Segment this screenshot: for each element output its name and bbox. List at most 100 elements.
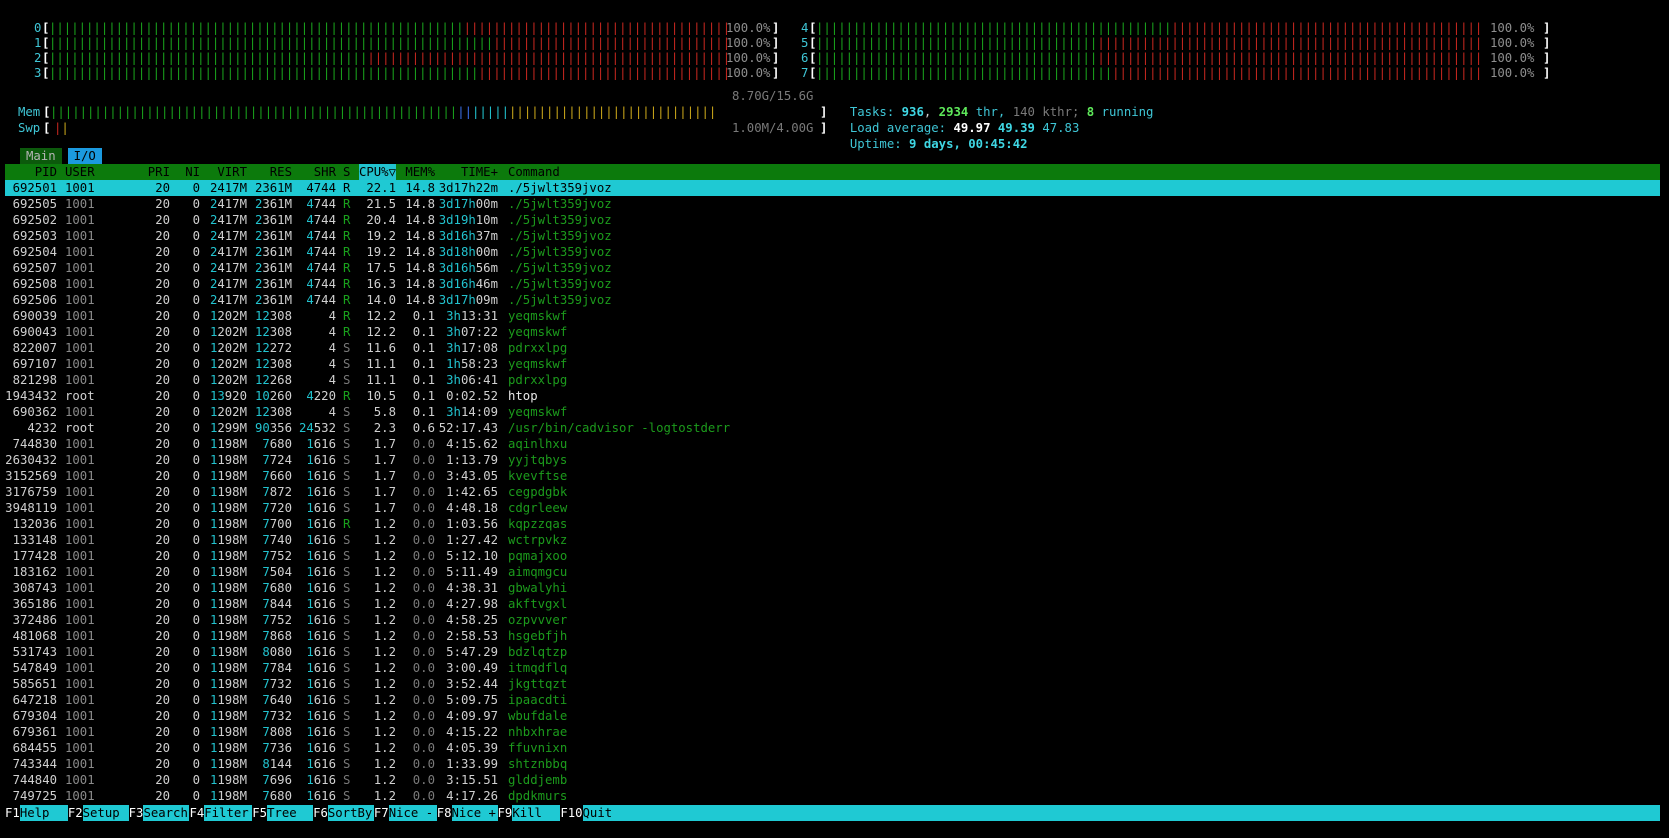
cell-res: 7660 — [262, 469, 292, 483]
process-row[interactable]: 692508 1001 20 0 2417M 2361M 4744 R 16.3 14.8 3d16… — [5, 276, 1660, 292]
process-row[interactable]: 684455 1001 20 0 1198M 7736 1616 S 1.2 0.0 4:05.39… — [5, 740, 1660, 756]
process-row[interactable]: 372486 1001 20 0 1198M 7752 1616 S 1.2 0.0 4:58.25… — [5, 612, 1660, 628]
column-header-time[interactable]: TIME+ — [461, 164, 498, 180]
tasks-line: Tasks: 936, 2934 thr, 140 kthr; 8 runnin… — [849, 105, 1154, 119]
function-key-label[interactable]: Setup — [83, 805, 129, 821]
cell-virt: 1198M — [209, 757, 247, 771]
cell-state: S — [343, 485, 351, 499]
cell-state: R — [343, 181, 351, 195]
process-row[interactable]: 3176759 1001 20 0 1198M 7872 1616 S 1.7 0.0 1:42.6… — [5, 484, 1660, 500]
cell-mem-percent: 0.0 — [412, 453, 435, 467]
function-key-label[interactable]: Filter — [204, 805, 252, 821]
process-row[interactable]: 3152569 1001 20 0 1198M 7660 1616 S 1.7 0.0 3:43.0… — [5, 468, 1660, 484]
function-key-label[interactable]: Nice - — [389, 805, 437, 821]
process-row[interactable]: 132036 1001 20 0 1198M 7700 1616 R 1.2 0.0 1:03.56… — [5, 516, 1660, 532]
cell-mem-percent: 0.0 — [412, 693, 435, 707]
tab-main[interactable]: Main — [20, 148, 62, 164]
process-row[interactable]: 743344 1001 20 0 1198M 8144 1616 S 1.2 0.0 1:33.99… — [5, 756, 1660, 772]
function-key-f10[interactable]: F10 — [560, 805, 583, 821]
cell-cpu-percent: 1.2 — [373, 789, 396, 803]
function-key-label[interactable]: Help — [20, 805, 68, 821]
column-header-priority[interactable]: PRI — [148, 164, 170, 180]
process-row[interactable]: 4232 root 20 0 1299M 90356 24532 S 2.3 0.6 52:17.4… — [5, 420, 1660, 436]
process-row[interactable]: 679361 1001 20 0 1198M 7808 1616 S 1.2 0.0 4:15.22… — [5, 724, 1660, 740]
function-key-f7[interactable]: F7 — [373, 805, 389, 821]
cell-mem-percent: 14.8 — [405, 293, 435, 307]
process-row[interactable]: 585651 1001 20 0 1198M 7732 1616 S 1.2 0.0 3:52.44… — [5, 676, 1660, 692]
process-row[interactable]: 365186 1001 20 0 1198M 7844 1616 S 1.2 0.0 4:27.98… — [5, 596, 1660, 612]
process-row[interactable]: 308743 1001 20 0 1198M 7680 1616 S 1.2 0.0 4:38.31… — [5, 580, 1660, 596]
process-row[interactable]: 692505 1001 20 0 2417M 2361M 4744 R 21.5 14.8 3d17… — [5, 196, 1660, 212]
process-row[interactable]: 1943432 root 20 0 13920 10260 4220 R 10.5 0.1 0:02… — [5, 388, 1660, 404]
function-key-f5[interactable]: F5 — [252, 805, 268, 821]
process-row[interactable]: 481068 1001 20 0 1198M 7868 1616 S 1.2 0.0 2:58.53… — [5, 628, 1660, 644]
cell-cpu-percent: 1.2 — [373, 773, 396, 787]
function-key-label[interactable]: Search — [143, 805, 189, 821]
process-row[interactable]: 531743 1001 20 0 1198M 8080 1616 S 1.2 0.0 5:47.29… — [5, 644, 1660, 660]
process-row[interactable]: 692503 1001 20 0 2417M 2361M 4744 R 19.2 14.8 3d16… — [5, 228, 1660, 244]
process-row[interactable]: 692504 1001 20 0 2417M 2361M 4744 R 19.2 14.8 3d18… — [5, 244, 1660, 260]
cell-command: cdgrleew — [508, 501, 568, 515]
process-row[interactable]: 749725 1001 20 0 1198M 7680 1616 S 1.2 0.0 4:17.26… — [5, 788, 1660, 804]
column-header-nice[interactable]: NI — [185, 164, 200, 180]
swap-label: Swp — [18, 121, 41, 135]
function-key-label[interactable]: Kill — [512, 805, 560, 821]
cell-user: 1001 — [65, 725, 95, 739]
process-row[interactable]: 690043 1001 20 0 1202M 12308 4 R 12.2 0.1 3h07:22 y… — [5, 324, 1660, 340]
process-row[interactable]: 183162 1001 20 0 1198M 7504 1616 S 1.2 0.0 5:11.49… — [5, 564, 1660, 580]
function-key-label[interactable]: SortBy — [328, 805, 374, 821]
process-row[interactable]: 744830 1001 20 0 1198M 7680 1616 S 1.7 0.0 4:15.62… — [5, 436, 1660, 452]
cell-mem-percent: 0.1 — [412, 405, 435, 419]
process-row[interactable]: 2630432 1001 20 0 1198M 7724 1616 S 1.7 0.0 1:13.7… — [5, 452, 1660, 468]
column-header-shr[interactable]: SHR — [314, 164, 336, 180]
process-row[interactable]: 697107 1001 20 0 1202M 12308 4 S 11.1 0.1 1h58:23 y… — [5, 356, 1660, 372]
process-row[interactable]: 692507 1001 20 0 2417M 2361M 4744 R 17.5 14.8 3d16… — [5, 260, 1660, 276]
cell-shr: 4 — [328, 341, 336, 355]
process-row[interactable]: 177428 1001 20 0 1198M 7752 1616 S 1.2 0.0 5:12.10… — [5, 548, 1660, 564]
column-header-virt[interactable]: VIRT — [217, 164, 247, 180]
column-header-cpu-percent[interactable]: CPU%▽ — [358, 164, 396, 180]
function-key-f9[interactable]: F9 — [497, 805, 513, 821]
cell-pid: 133148 — [12, 533, 57, 547]
process-row[interactable]: 679304 1001 20 0 1198M 7732 1616 S 1.2 0.0 4:09.97… — [5, 708, 1660, 724]
column-header-user[interactable]: USER — [65, 164, 95, 180]
process-row[interactable]: 690362 1001 20 0 1202M 12308 4 S 5.8 0.1 3h14:09 ye… — [5, 404, 1660, 420]
cell-mem-percent: 0.6 — [412, 421, 435, 435]
function-key-label[interactable]: Nice + — [452, 805, 498, 821]
function-key-label[interactable]: Quit — [583, 805, 643, 821]
column-header-command[interactable]: Command — [508, 164, 560, 180]
cell-mem-percent: 0.0 — [412, 549, 435, 563]
process-row[interactable]: 822007 1001 20 0 1202M 12272 4 S 11.6 0.1 3h17:08 p… — [5, 340, 1660, 356]
column-header-state[interactable]: S — [343, 164, 350, 180]
column-header-pid[interactable]: PID — [35, 164, 57, 180]
column-header-mem-percent[interactable]: MEM% — [405, 164, 435, 180]
cell-cpu-percent: 11.1 — [366, 357, 396, 371]
function-key-f2[interactable]: F2 — [67, 805, 83, 821]
cell-command: bdzlqtzp — [508, 645, 568, 659]
function-key-f8[interactable]: F8 — [436, 805, 452, 821]
tab-io[interactable]: I/O — [67, 148, 102, 164]
function-key-f6[interactable]: F6 — [313, 805, 328, 821]
process-row[interactable]: 692502 1001 20 0 2417M 2361M 4744 R 20.4 14.8 3d19… — [5, 212, 1660, 228]
process-row[interactable]: 3948119 1001 20 0 1198M 7720 1616 S 1.7 0.0 4:48.1… — [5, 500, 1660, 516]
cell-command: cegpdgbk — [508, 485, 568, 499]
cell-mem-percent: 0.1 — [412, 309, 435, 323]
process-row[interactable]: 647218 1001 20 0 1198M 7640 1616 S 1.2 0.0 5:09.75… — [5, 692, 1660, 708]
function-key-label[interactable]: Tree — [267, 805, 313, 821]
process-row[interactable]: 692501 1001 20 0 2417M 2361M 4744 R 22.1 14.8 3d17… — [5, 180, 1660, 196]
cell-user: 1001 — [65, 357, 95, 371]
column-header-res[interactable]: RES — [270, 164, 292, 180]
function-key-f3[interactable]: F3 — [128, 805, 144, 821]
cell-state: S — [343, 405, 351, 419]
process-row[interactable]: 133148 1001 20 0 1198M 7740 1616 S 1.2 0.0 1:27.42… — [5, 532, 1660, 548]
cell-time: 4:38.31 — [446, 581, 498, 595]
process-row[interactable]: 692506 1001 20 0 2417M 2361M 4744 R 14.0 14.8 3d17… — [5, 292, 1660, 308]
cell-pid: 690039 — [12, 309, 57, 323]
function-key-f1[interactable]: F1 — [5, 805, 20, 821]
process-row[interactable]: 690039 1001 20 0 1202M 12308 4 R 12.2 0.1 3h13:31 y… — [5, 308, 1660, 324]
process-row[interactable]: 744840 1001 20 0 1198M 7696 1616 S 1.2 0.0 3:15.51… — [5, 772, 1660, 788]
process-row[interactable]: 547849 1001 20 0 1198M 7784 1616 S 1.2 0.0 3:00.49… — [5, 660, 1660, 676]
cell-priority: 20 — [155, 453, 170, 467]
process-row[interactable]: 821298 1001 20 0 1202M 12268 4 S 11.1 0.1 3h06:41 p… — [5, 372, 1660, 388]
function-key-f4[interactable]: F4 — [189, 805, 205, 821]
